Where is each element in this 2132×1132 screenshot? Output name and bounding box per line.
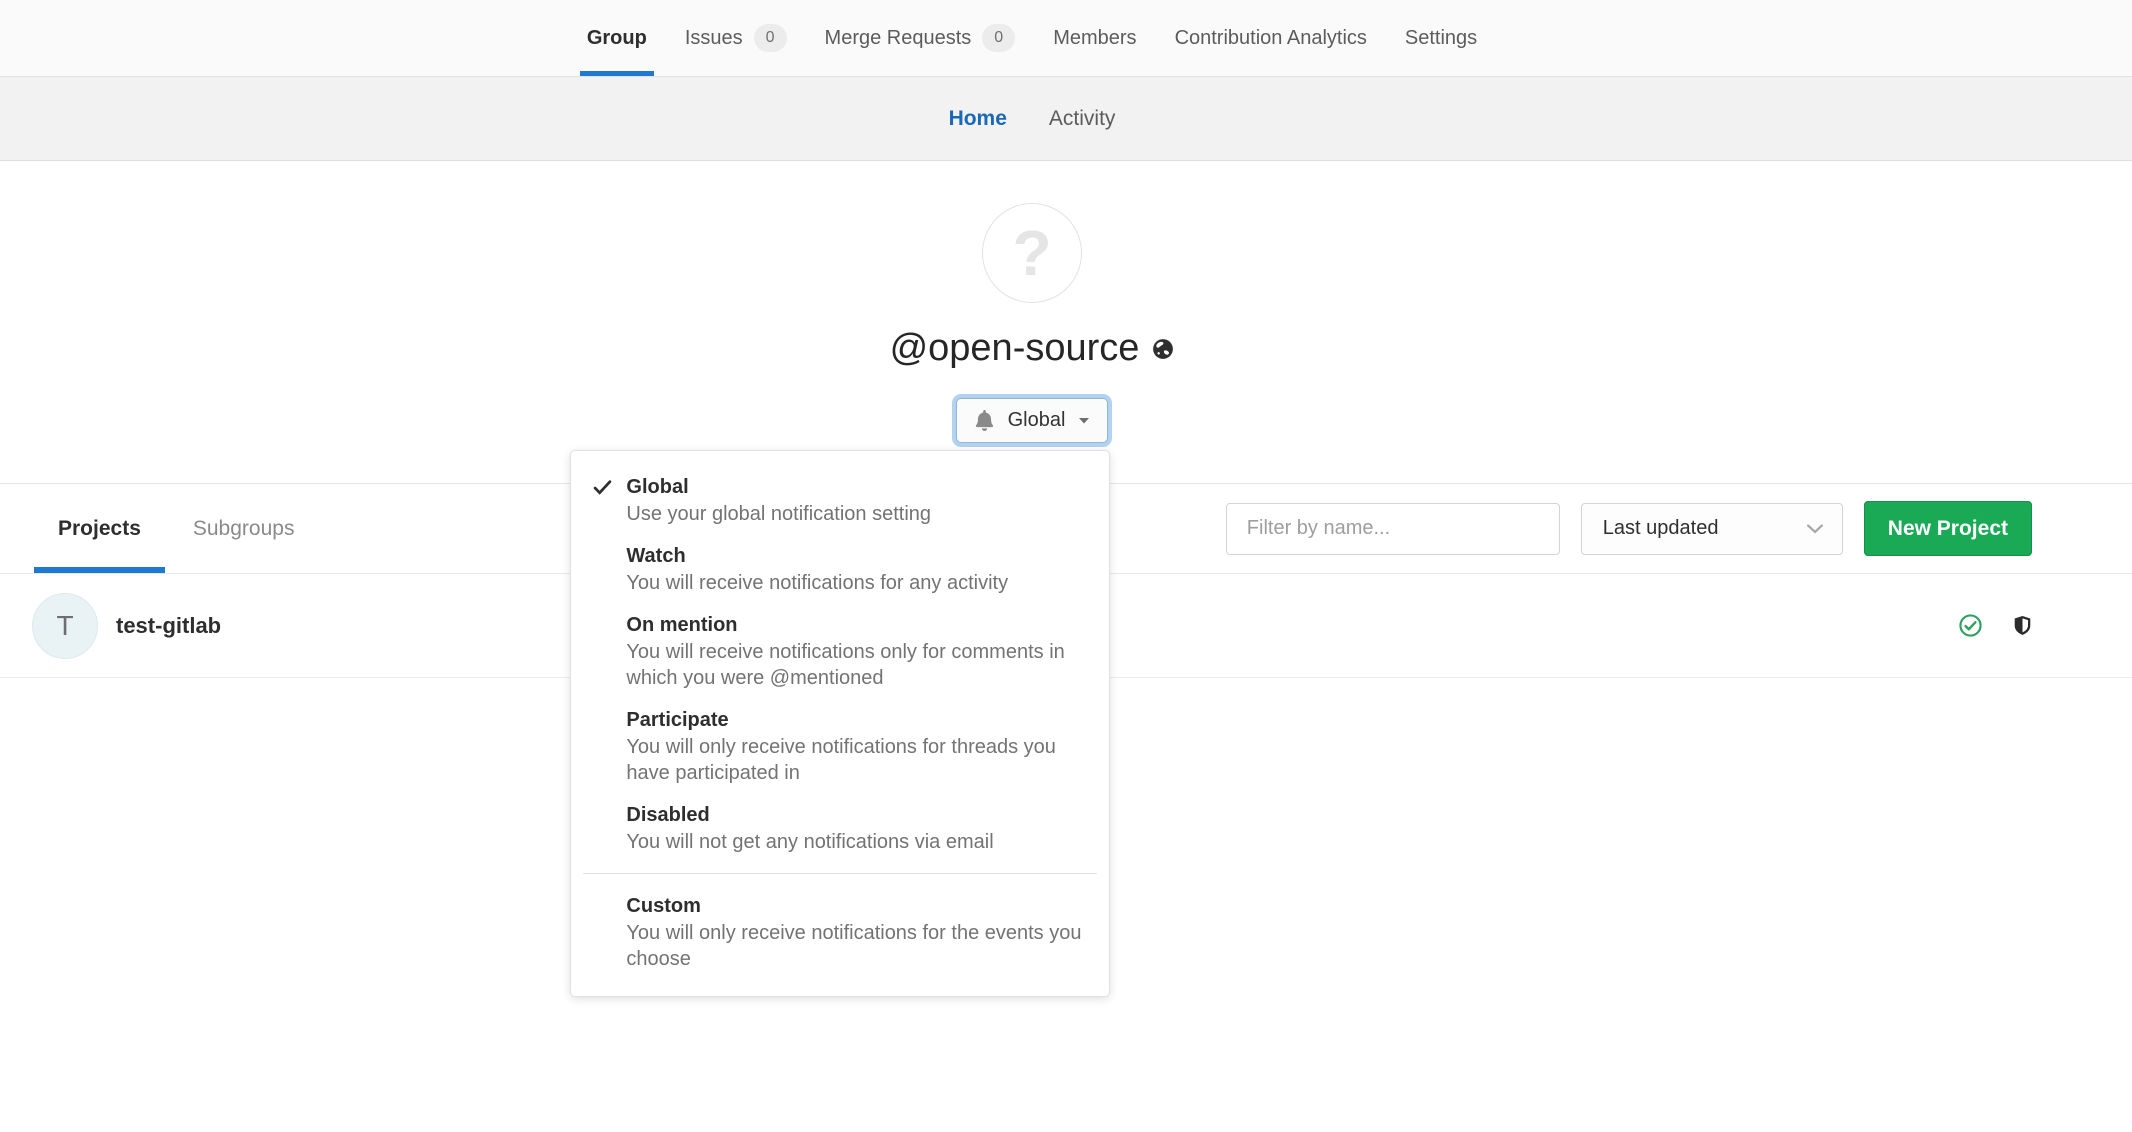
group-avatar: ? (982, 203, 1082, 303)
nav-item-contribution-analytics[interactable]: Contribution Analytics (1156, 0, 1386, 76)
menu-option-watch[interactable]: Watch You will receive notifications for… (571, 542, 1109, 596)
nav-item-label: Group (587, 27, 647, 50)
group-sub-nav: Home Activity (0, 77, 2132, 161)
option-description: You will only receive notifications for … (626, 920, 1083, 972)
project-avatar: T (32, 593, 98, 659)
nav-item-merge-requests[interactable]: Merge Requests 0 (806, 0, 1035, 76)
nav-item-label: Merge Requests (825, 27, 972, 50)
earth-icon (1152, 338, 1174, 360)
option-description: You will only receive notifications for … (626, 734, 1083, 786)
check-circle-icon (1959, 614, 1982, 637)
option-title: Global (626, 473, 1083, 501)
nav-item-settings[interactable]: Settings (1386, 0, 1496, 76)
group-name-heading: @open-source (0, 327, 2064, 370)
nav-item-label: Settings (1405, 27, 1477, 50)
notification-button-label: Global (1008, 409, 1066, 432)
menu-option-disabled[interactable]: Disabled You will not get any notificati… (571, 801, 1109, 855)
nav-item-issues[interactable]: Issues 0 (666, 0, 806, 76)
option-description: You will not get any notifications via e… (626, 829, 1083, 855)
menu-option-on-mention[interactable]: On mention You will receive notification… (571, 611, 1109, 691)
filter-by-name-input[interactable] (1226, 503, 1560, 555)
group-header: ? @open-source Global (0, 161, 2132, 484)
option-description: You will receive notifications for any a… (626, 570, 1083, 596)
nav-item-label: Issues (685, 27, 743, 50)
option-description: Use your global notification setting (626, 501, 1083, 527)
sort-order-select[interactable]: Last updated (1581, 503, 1843, 555)
group-top-nav: Group Issues 0 Merge Requests 0 Members … (0, 0, 2132, 77)
nav-item-members[interactable]: Members (1034, 0, 1155, 76)
sort-selected-value: Last updated (1603, 517, 1719, 540)
new-project-button[interactable]: New Project (1864, 501, 2032, 556)
menu-option-custom[interactable]: Custom You will only receive notificatio… (571, 892, 1109, 972)
merge-requests-count-badge: 0 (982, 24, 1015, 52)
menu-option-participate[interactable]: Participate You will only receive notifi… (571, 706, 1109, 786)
tab-subgroups[interactable]: Subgroups (167, 484, 321, 573)
option-description: You will receive notifications only for … (626, 639, 1083, 691)
option-title: On mention (626, 611, 1083, 639)
menu-divider (583, 873, 1097, 874)
group-avatar-placeholder: ? (1012, 216, 1051, 290)
projects-tabs: Projects Subgroups (32, 484, 320, 573)
notification-setting-control: Global Global Use your global notificati… (956, 398, 1109, 443)
shield-half-icon (2013, 614, 2032, 637)
option-title: Custom (626, 892, 1083, 920)
tab-projects[interactable]: Projects (32, 484, 167, 573)
subnav-item-activity[interactable]: Activity (1028, 107, 1137, 131)
subnav-item-home[interactable]: Home (928, 107, 1028, 131)
option-title: Watch (626, 542, 1083, 570)
bell-icon (974, 410, 995, 431)
group-name: @open-source (890, 327, 1140, 370)
nav-item-label: Members (1053, 27, 1136, 50)
notification-dropdown-button[interactable]: Global (956, 398, 1109, 443)
notification-menu: Global Use your global notification sett… (570, 450, 1110, 997)
project-avatar-initial: T (56, 610, 73, 642)
nav-item-group[interactable]: Group (568, 0, 666, 76)
nav-item-label: Contribution Analytics (1175, 27, 1367, 50)
check-icon (593, 479, 612, 496)
menu-option-global[interactable]: Global Use your global notification sett… (571, 473, 1109, 527)
chevron-down-icon (1807, 524, 1823, 534)
project-name-link[interactable]: test-gitlab (116, 613, 221, 639)
caret-down-icon (1078, 417, 1090, 425)
issues-count-badge: 0 (754, 24, 787, 52)
option-title: Disabled (626, 801, 1083, 829)
option-title: Participate (626, 706, 1083, 734)
